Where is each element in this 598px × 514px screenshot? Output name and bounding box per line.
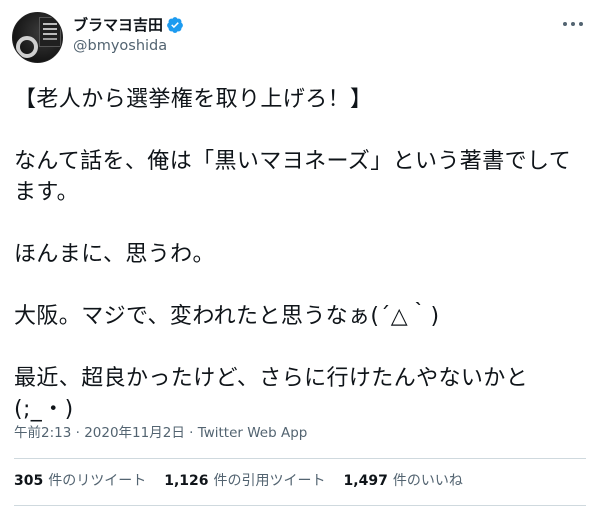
meta-separator: · [71,425,85,441]
avatar-book-graphic [39,17,61,47]
tweet-text: 【老人から選挙権を取り上げろ！】 なんて話を、俺は「黒いマヨネーズ」という著書で… [14,84,586,425]
stat-label: 件のリツイート [48,473,147,489]
stat-number: 1,497 [343,473,388,489]
tweet-date[interactable]: 2020年11月2日 [84,425,185,441]
tweet-line: 大阪。マジで、変われたと思うなぁ(´△｀) [14,304,440,329]
tweet-stats: 305 件のリツイート 1,126 件の引用ツイート 1,497 件のいいね [14,471,463,491]
stat-number: 1,126 [164,473,209,489]
tweet-line: ほんまに、思うわ。 [14,242,215,267]
avatar-ring-graphic [16,36,38,58]
tweet-source[interactable]: Twitter Web App [198,425,308,441]
tweet-line: なんて話を、俺は「黒いマヨネーズ」という著書でしてます。 [14,149,572,205]
handle[interactable]: @bmyoshida [73,37,167,55]
stat-label: 件の引用ツイート [213,473,326,489]
name-row: ブラマヨ吉田 [73,13,184,37]
tweet-header: ブラマヨ吉田 @bmyoshida [0,0,598,68]
tweet-time[interactable]: 午前2:13 [14,425,71,441]
meta-separator: · [184,425,198,441]
stat-number: 305 [14,473,44,489]
stat-label: 件のいいね [392,473,463,489]
tweet-meta: 午前2:13 · 2020年11月2日 · Twitter Web App [14,424,307,442]
retweet-count[interactable]: 305 件のリツイート [14,471,146,491]
like-count[interactable]: 1,497 件のいいね [344,471,463,491]
quote-count[interactable]: 1,126 件の引用ツイート [164,471,325,491]
tweet-line: 【老人から選挙権を取り上げろ！】 [14,87,373,112]
divider [14,458,586,459]
verified-badge-icon [167,17,183,33]
tweet-line: 最近、超良かったけど、さらに行けたんやないかと(;_・) [14,366,529,422]
more-horizontal-icon[interactable] [562,16,584,32]
avatar[interactable] [12,12,63,63]
divider [14,505,586,506]
display-name[interactable]: ブラマヨ吉田 [73,13,163,37]
